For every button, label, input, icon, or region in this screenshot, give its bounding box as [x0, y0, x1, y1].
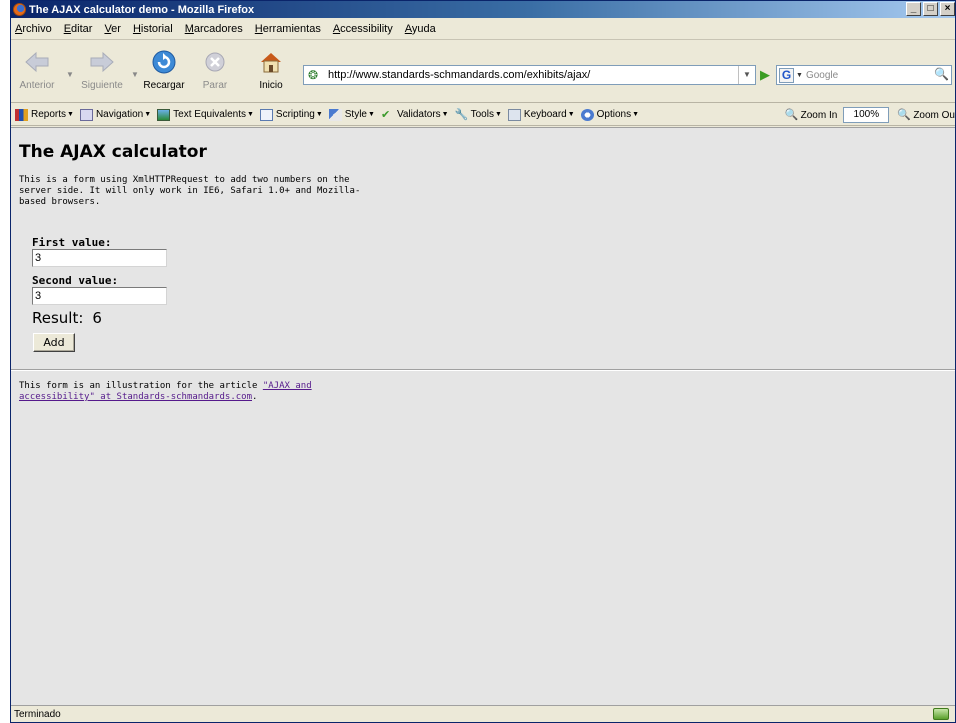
navigation-toolbar: Anterior ▼ Siguiente ▼ Recargar Parar In…: [11, 41, 955, 103]
image-icon: [157, 108, 171, 121]
result-value: 6: [92, 309, 102, 327]
second-value-label: Second value:: [32, 274, 119, 287]
menu-herramientas[interactable]: Herramientas: [255, 23, 321, 35]
url-text: http://www.standards-schmandards.com/exh…: [328, 69, 591, 81]
style-menu[interactable]: Style ▼: [328, 108, 375, 121]
accessibility-toolbar: Reports ▼ Navigation ▼ Text Equivalents ▼ S…: [11, 104, 955, 126]
keyboard-icon: [507, 108, 521, 121]
search-bar[interactable]: G ▼ Google 🔍: [776, 65, 952, 85]
first-value-label: First value:: [32, 236, 112, 249]
add-button[interactable]: Add: [33, 333, 75, 352]
status-bar: Terminado: [11, 705, 955, 722]
sitemap-icon: [79, 108, 93, 121]
stop-label: Parar: [202, 80, 228, 91]
back-arrow-icon: [15, 47, 59, 77]
validators-menu[interactable]: ✔ Validators ▼: [381, 109, 449, 121]
back-button[interactable]: Anterior: [15, 47, 59, 91]
home-button[interactable]: Inicio: [255, 47, 287, 91]
page-content: The AJAX calculator This is a form using…: [11, 127, 955, 705]
search-placeholder: Google: [805, 69, 839, 81]
result-display: Result: 6: [32, 309, 102, 327]
checkmark-icon: ✔: [380, 108, 391, 121]
text-equivalents-menu[interactable]: Text Equivalents ▼: [157, 108, 254, 121]
url-bar[interactable]: ❂ http://www.standards-schmandards.com/e…: [303, 65, 756, 85]
page-title: The AJAX calculator: [19, 142, 207, 162]
back-history-dropdown-icon[interactable]: ▼: [66, 70, 74, 79]
zoom-level-field[interactable]: 100%: [843, 107, 890, 123]
menu-historial[interactable]: Historial: [133, 23, 173, 35]
zoom-in-magnifier-icon[interactable]: 🔍: [785, 109, 799, 121]
menu-ayuda[interactable]: Ayuda: [405, 23, 436, 35]
options-gear-icon: [580, 108, 594, 121]
search-magnifier-icon[interactable]: 🔍: [934, 67, 949, 81]
back-label: Anterior: [19, 80, 55, 91]
forward-arrow-icon: [77, 47, 127, 77]
navigation-menu[interactable]: Navigation ▼: [79, 108, 151, 121]
minimize-button[interactable]: _: [906, 2, 921, 16]
intro-text: This is a form using XmlHTTPRequest to a…: [19, 175, 361, 207]
status-text: Terminado: [14, 708, 61, 720]
tools-menu[interactable]: 🔧 Tools ▼: [455, 109, 502, 121]
zoom-out-magnifier-icon[interactable]: 🔍: [897, 109, 911, 121]
engine-dropdown-icon[interactable]: ▼: [796, 72, 803, 79]
document-icon: [259, 108, 273, 121]
footer-note: This form is an illustration for the art…: [19, 381, 312, 402]
menu-archivo[interactable]: Archivo: [15, 23, 52, 35]
menu-marcadores[interactable]: Marcadores: [185, 23, 243, 35]
go-button-icon[interactable]: ▶: [760, 67, 770, 83]
second-value-input[interactable]: [32, 287, 167, 305]
zoom-controls: 🔍 Zoom In 100% 🔍 Zoom Ou: [785, 107, 955, 123]
keyboard-menu[interactable]: Keyboard ▼: [507, 108, 575, 121]
browser-window: The AJAX calculator demo - Mozilla Firef…: [10, 0, 956, 723]
scripting-menu[interactable]: Scripting ▼: [259, 108, 323, 121]
stop-button[interactable]: Parar: [197, 47, 233, 91]
menu-ver[interactable]: Ver: [104, 23, 121, 35]
paintbrush-icon: [328, 108, 342, 121]
site-identity-icon: ❂: [308, 68, 319, 82]
title-bar: The AJAX calculator demo - Mozilla Firef…: [11, 1, 955, 18]
url-dropdown-icon[interactable]: ▼: [738, 66, 755, 84]
stop-icon: [197, 47, 233, 77]
connection-status-icon: [933, 708, 949, 720]
home-icon: [255, 47, 287, 77]
home-label: Inicio: [259, 80, 283, 91]
forward-history-dropdown-icon[interactable]: ▼: [131, 70, 139, 79]
firefox-logo-icon: [13, 3, 26, 16]
forward-button[interactable]: Siguiente: [77, 47, 127, 91]
zoom-in-button[interactable]: Zoom In: [801, 110, 838, 121]
bar-chart-icon: [15, 108, 28, 121]
reload-label: Recargar: [143, 80, 185, 91]
wrench-icon: 🔧: [454, 108, 469, 121]
zoom-out-button[interactable]: Zoom Ou: [913, 110, 955, 121]
result-label: Result:: [32, 309, 84, 327]
forward-label: Siguiente: [81, 80, 123, 91]
first-value-input[interactable]: [32, 249, 167, 267]
menu-bar: Archivo Editar Ver Historial Marcadores …: [11, 18, 955, 40]
reload-icon: [139, 47, 189, 77]
options-menu[interactable]: Options ▼: [580, 108, 639, 121]
horizontal-rule: [11, 369, 955, 371]
window-controls: _ □ ×: [904, 2, 955, 16]
google-engine-icon[interactable]: G: [779, 67, 794, 83]
reports-menu[interactable]: Reports ▼: [15, 108, 74, 121]
maximize-button[interactable]: □: [923, 2, 938, 16]
close-button[interactable]: ×: [940, 2, 955, 16]
window-title: The AJAX calculator demo - Mozilla Firef…: [29, 3, 255, 16]
menu-editar[interactable]: Editar: [64, 23, 93, 35]
menu-accessibility[interactable]: Accessibility: [333, 23, 393, 35]
reload-button[interactable]: Recargar: [139, 47, 189, 91]
